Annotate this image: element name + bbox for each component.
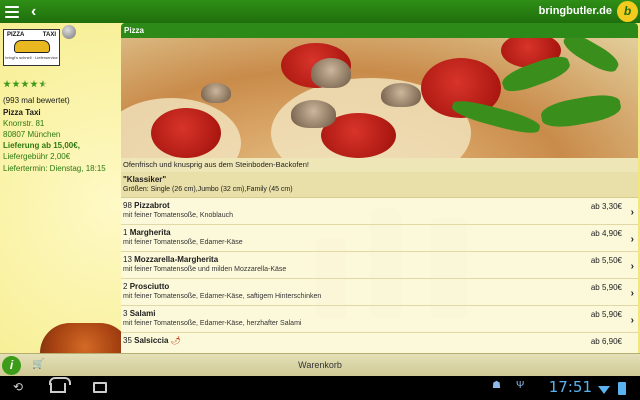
- item-price: ab 5,90€: [590, 310, 622, 319]
- chevron-right-icon[interactable]: ›: [631, 207, 634, 218]
- star-icon: [30, 80, 38, 88]
- item-number: 3: [123, 309, 128, 318]
- star-icon: [3, 80, 11, 88]
- back-icon[interactable]: ‹: [31, 0, 36, 23]
- restaurant-name: Pizza Taxi: [3, 108, 41, 117]
- app-bar: ‹ bringbutler.de b: [0, 0, 640, 23]
- restaurant-city: 80807 München: [3, 130, 61, 139]
- delivery-date: Liefertermin: Dienstag, 18:15: [3, 164, 106, 173]
- logo-subtitle: bringt's schnell · Lieferservice: [5, 55, 58, 60]
- back-nav-icon[interactable]: ⟲: [4, 380, 32, 396]
- menu-item[interactable]: 13 Mozzarella-Margherita mit feiner Toma…: [121, 252, 638, 279]
- item-price: ab 5,90€: [590, 283, 622, 292]
- recent-apps-icon[interactable]: [93, 382, 107, 393]
- cart-bar: i 🛒 Warenkorb: [0, 353, 640, 376]
- android-icon: ☗: [492, 380, 501, 391]
- item-price: ab 3,30€: [590, 202, 622, 211]
- pin-icon: [62, 25, 76, 39]
- chevron-right-icon[interactable]: ›: [631, 315, 634, 326]
- item-name: Salsiccia: [134, 336, 169, 345]
- logo-text-right: TAXI: [42, 32, 56, 38]
- menu-item[interactable]: 1 Margherita mit feiner Tomatensoße, Eda…: [121, 225, 638, 252]
- item-price: ab 6,90€: [590, 337, 622, 346]
- item-name: Salami: [129, 309, 156, 318]
- section-sizes: Größen: Single (26 cm),Jumbo (32 cm),Fam…: [123, 186, 293, 193]
- item-description: mit feiner Tomatensoße, Edamer-Käse: [123, 239, 243, 246]
- item-number: 2: [123, 282, 128, 291]
- menu-item-list: 98 Pizzabrot mit feiner Tomatensoße, Kno…: [121, 198, 638, 353]
- menu-item[interactable]: 98 Pizzabrot mit feiner Tomatensoße, Kno…: [121, 198, 638, 225]
- system-nav-bar: ⟲ ☗ Ψ 17:51: [0, 376, 640, 400]
- item-name: Prosciutto: [129, 282, 170, 291]
- section-title: "Klassiker": [123, 175, 167, 184]
- item-number: 13: [123, 255, 132, 264]
- item-description: mit feiner Tomatensoße, Edamer-Käse, saf…: [123, 293, 322, 300]
- logo-text-left: PIZZA: [7, 32, 25, 38]
- usb-icon: Ψ: [516, 380, 525, 391]
- restaurant-sidebar: PIZZA TAXI bringt's schnell · Lieferserv…: [0, 23, 130, 353]
- star-icon: [21, 80, 29, 88]
- clock: 17:51: [548, 378, 592, 396]
- item-price: ab 5,50€: [590, 256, 622, 265]
- item-name: Margherita: [129, 228, 171, 237]
- taxi-car-icon: [13, 40, 50, 53]
- item-number: 35: [123, 336, 132, 345]
- item-name: Pizzabrot: [134, 201, 170, 210]
- brand-name: bringbutler.de: [538, 5, 612, 17]
- restaurant-street: Knorrstr. 81: [3, 119, 45, 128]
- category-description: Ofenfrisch und knusprig aus dem Steinbod…: [121, 158, 638, 172]
- battery-icon: [618, 382, 626, 395]
- category-title: Pizza: [121, 23, 638, 38]
- menu-item[interactable]: 2 Prosciutto mit feiner Tomatensoße, Eda…: [121, 279, 638, 306]
- food-decoration: [40, 323, 130, 353]
- chevron-right-icon[interactable]: ›: [631, 261, 634, 272]
- item-description: mit feiner Tomatensoße, Edamer-Käse, her…: [123, 320, 302, 327]
- restaurant-logo: PIZZA TAXI bringt's schnell · Lieferserv…: [3, 29, 60, 66]
- rating-count[interactable]: (993 mal bewertet): [3, 96, 70, 105]
- menu-item[interactable]: 35 Salsiccia 🌶 ab 6,90€: [121, 333, 638, 353]
- menu-icon[interactable]: [5, 5, 19, 18]
- half-star-icon: [39, 80, 47, 88]
- star-icon: [12, 80, 20, 88]
- menu-item[interactable]: 3 Salami mit feiner Tomatensoße, Edamer-…: [121, 306, 638, 333]
- wifi-icon: [598, 386, 610, 394]
- pizza-photo: [121, 38, 638, 158]
- chevron-right-icon[interactable]: ›: [631, 234, 634, 245]
- chili-icon: 🌶: [170, 336, 181, 345]
- item-name: Mozzarella-Margherita: [134, 255, 219, 264]
- delivery-fee: Liefergebühr 2,00€: [3, 152, 71, 161]
- item-number: 1: [123, 228, 128, 237]
- rating-stars: [3, 80, 47, 88]
- chevron-right-icon[interactable]: ›: [631, 288, 634, 299]
- menu-panel: Pizza Ofenfrisch und knusprig aus dem St…: [121, 23, 638, 353]
- min-order: Lieferung ab 15,00€,: [3, 141, 80, 150]
- brand-logo-icon: b: [617, 1, 638, 22]
- home-icon[interactable]: [49, 377, 71, 393]
- item-description: mit feiner Tomatensoße, Knoblauch: [123, 212, 233, 219]
- cart-button[interactable]: Warenkorb: [0, 354, 640, 377]
- item-price: ab 4,90€: [590, 229, 622, 238]
- item-number: 98: [123, 201, 132, 210]
- item-description: mit feiner Tomatensoße und milden Mozzar…: [123, 266, 287, 273]
- section-header: "Klassiker" Größen: Single (26 cm),Jumbo…: [121, 172, 638, 198]
